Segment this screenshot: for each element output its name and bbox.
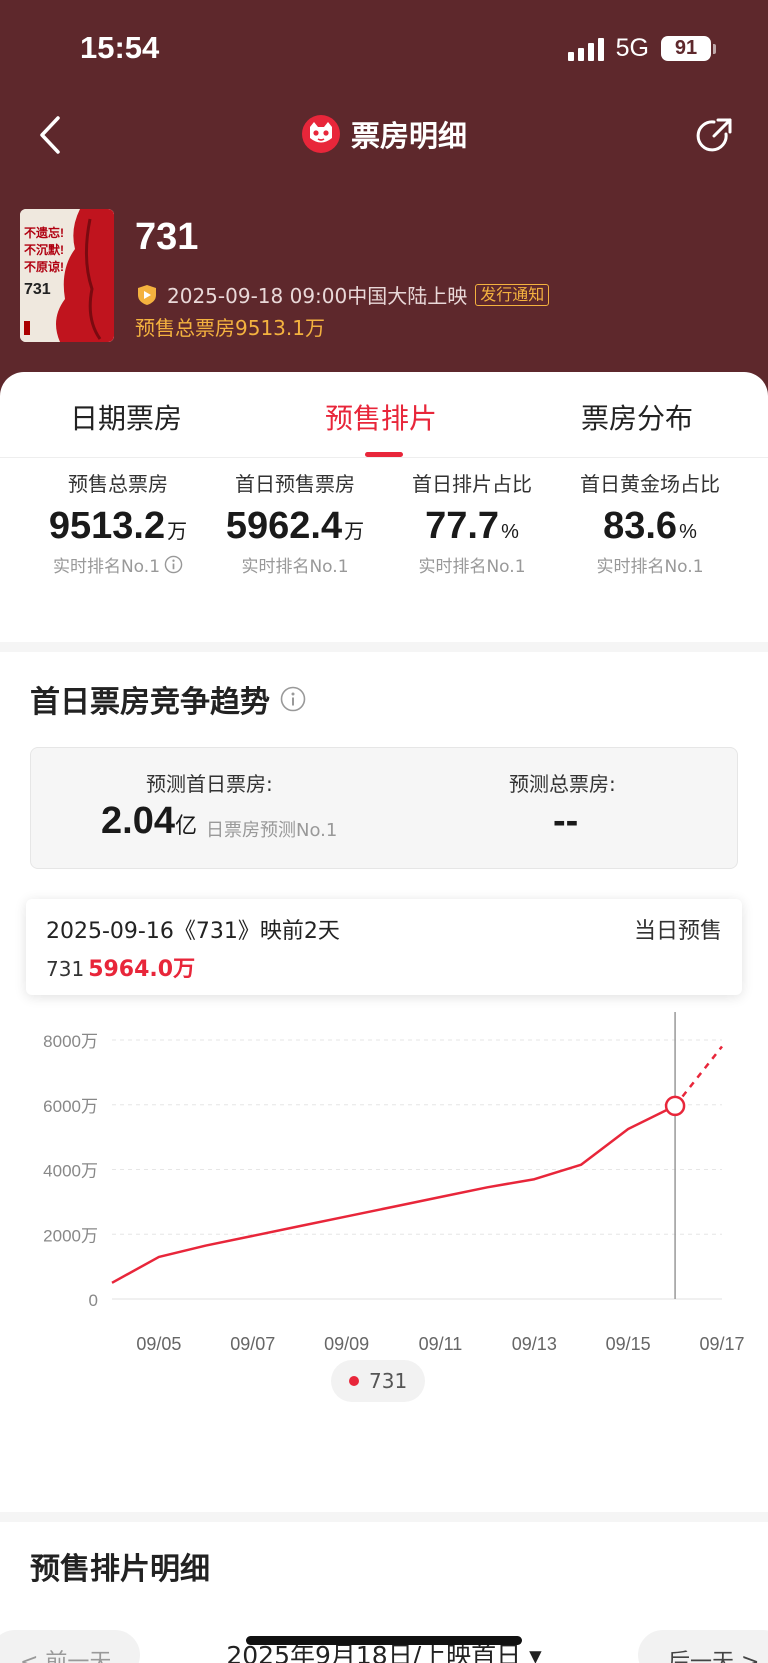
release-date: 2025-09-18 09:00中国大陆上映 <box>167 284 468 308</box>
predict-first-day-value: 2.04亿 <box>101 800 197 842</box>
stat-label: 首日预售票房 <box>235 472 355 496</box>
tooltip-series: 731 5964.0万 <box>46 951 195 983</box>
movie-title: 731 <box>135 216 199 258</box>
predict-total-label: 预测总票房: <box>509 772 616 796</box>
tab-date-boxoffice[interactable]: 日期票房 <box>70 397 182 437</box>
network-label: 5G <box>615 34 649 62</box>
stat-label: 首日排片占比 <box>412 472 532 496</box>
tab-boxoffice-distribution[interactable]: 票房分布 <box>581 397 693 437</box>
page-title: 票房明细 <box>350 119 467 153</box>
stat-first-day-presale: 首日预售票房 5962.4 万 实时排名No.1 <box>205 468 385 577</box>
info-icon[interactable] <box>280 686 306 712</box>
stats-row: 预售总票房 9513.2 万 实时排名No.1 首日预售票房 5962.4 万 实时… <box>0 468 768 598</box>
signal-icon <box>567 37 604 61</box>
home-indicator <box>246 1636 522 1645</box>
stat-rank: 实时排名No.1 <box>241 557 349 577</box>
trend-title: 首日票房竞争趋势 <box>30 677 306 721</box>
stat-value: 9513.2 万 <box>48 505 188 547</box>
y-tick-label: 4000万 <box>43 1162 98 1181</box>
poster-slogan: 不遗忘! 不沉默! 不原谅! <box>24 226 64 274</box>
maoyan-cat-icon <box>301 115 340 153</box>
legend-dot <box>349 1376 359 1386</box>
presale-detail-title: 预售排片明细 <box>30 1552 210 1587</box>
x-tick-label: 09/13 <box>512 1334 557 1354</box>
legend-label: 731 <box>369 1369 408 1393</box>
content-card: 日期票房 预售排片 票房分布 预售总票房 9513.2 万 实时排名No.1 首日… <box>0 372 768 1663</box>
predict-total-value: -- <box>553 800 579 842</box>
tooltip-date: 2025-09-16《731》映前2天 <box>46 919 340 944</box>
status-icons: 5G 91 <box>567 34 716 63</box>
stat-value: 5962.4 万 <box>225 505 365 547</box>
stat-label: 预售总票房 <box>68 472 168 496</box>
stat-rank: 实时排名No.1 <box>596 557 704 577</box>
x-tick-label: 09/05 <box>136 1334 181 1354</box>
poster-number: 731 <box>24 281 51 298</box>
y-tick-label: 6000万 <box>43 1097 98 1116</box>
battery-level: 91 <box>661 36 711 61</box>
status-time: 15:54 <box>80 30 160 65</box>
x-tick-label: 09/15 <box>606 1334 651 1354</box>
stat-presale-total: 预售总票房 9513.2 万 实时排名No.1 <box>28 468 208 577</box>
x-tick-label: 09/17 <box>699 1334 744 1354</box>
info-icon[interactable] <box>164 555 183 574</box>
stat-first-day-schedule-share: 首日排片占比 77.7% 实时排名No.1 <box>382 468 562 577</box>
tooltip-value: 5964.0万 <box>88 957 196 982</box>
chart-tooltip: 2025-09-16《731》映前2天 当日预售 731 5964.0万 <box>26 899 742 995</box>
shield-icon <box>138 284 156 305</box>
stat-value: 83.6% <box>603 505 697 547</box>
forecast-line <box>674 1045 723 1107</box>
presale-total: 预售总票房9513.1万 <box>135 316 325 340</box>
highlight-point <box>664 1095 686 1117</box>
y-tick-label: 2000万 <box>43 1226 98 1245</box>
next-day-button[interactable]: 后一天 > <box>638 1630 768 1663</box>
section-divider <box>0 642 768 652</box>
y-tick-label: 8000万 <box>43 1032 98 1051</box>
header: 15:54 5G 91 票房明细 不遗忘! 不沉默! 不原谅! 731 731 … <box>0 0 768 400</box>
predict-first-day-label: 预测首日票房: <box>146 772 273 796</box>
series-line <box>111 1104 676 1284</box>
battery-icon: 91 <box>661 36 716 61</box>
trend-chart[interactable]: 0 2000万 4000万 6000万 8000万 09/05 09/07 09/09 09/1… <box>0 1012 768 1372</box>
release-notice-badge[interactable]: 发行通知 <box>475 283 550 306</box>
section-divider <box>0 1512 768 1522</box>
predict-first-day-rank: 日票房预测No.1 <box>206 820 338 841</box>
y-tick-label: 0 <box>89 1291 98 1310</box>
share-icon[interactable] <box>690 112 738 160</box>
release-info: 2025-09-18 09:00中国大陆上映 发行通知 <box>135 280 550 309</box>
x-tick-label: 09/09 <box>324 1334 369 1354</box>
tab-presale-schedule[interactable]: 预售排片 <box>325 397 437 437</box>
x-tick-label: 09/07 <box>230 1334 275 1354</box>
x-tick-label: 09/11 <box>419 1334 463 1354</box>
nav-title: 票房明细 <box>0 113 768 155</box>
stat-rank: 实时排名No.1 <box>28 552 208 577</box>
stat-first-day-golden-share: 首日黄金场占比 83.6% 实时排名No.1 <box>560 468 740 577</box>
tooltip-series-name: 731 <box>46 957 85 981</box>
movie-poster[interactable]: 不遗忘! 不沉默! 不原谅! 731 <box>20 209 114 342</box>
tab-active-indicator <box>365 452 403 457</box>
tooltip-type: 当日预售 <box>633 919 722 944</box>
tab-bar: 日期票房 预售排片 票房分布 <box>0 372 768 458</box>
chart-legend[interactable]: 731 <box>331 1360 426 1402</box>
stat-value: 77.7% <box>425 505 519 547</box>
stat-rank: 实时排名No.1 <box>418 557 526 577</box>
stat-label: 首日黄金场占比 <box>580 472 720 496</box>
prediction-box: 预测首日票房: 2.04亿 日票房预测No.1 预测总票房: -- <box>30 747 738 869</box>
